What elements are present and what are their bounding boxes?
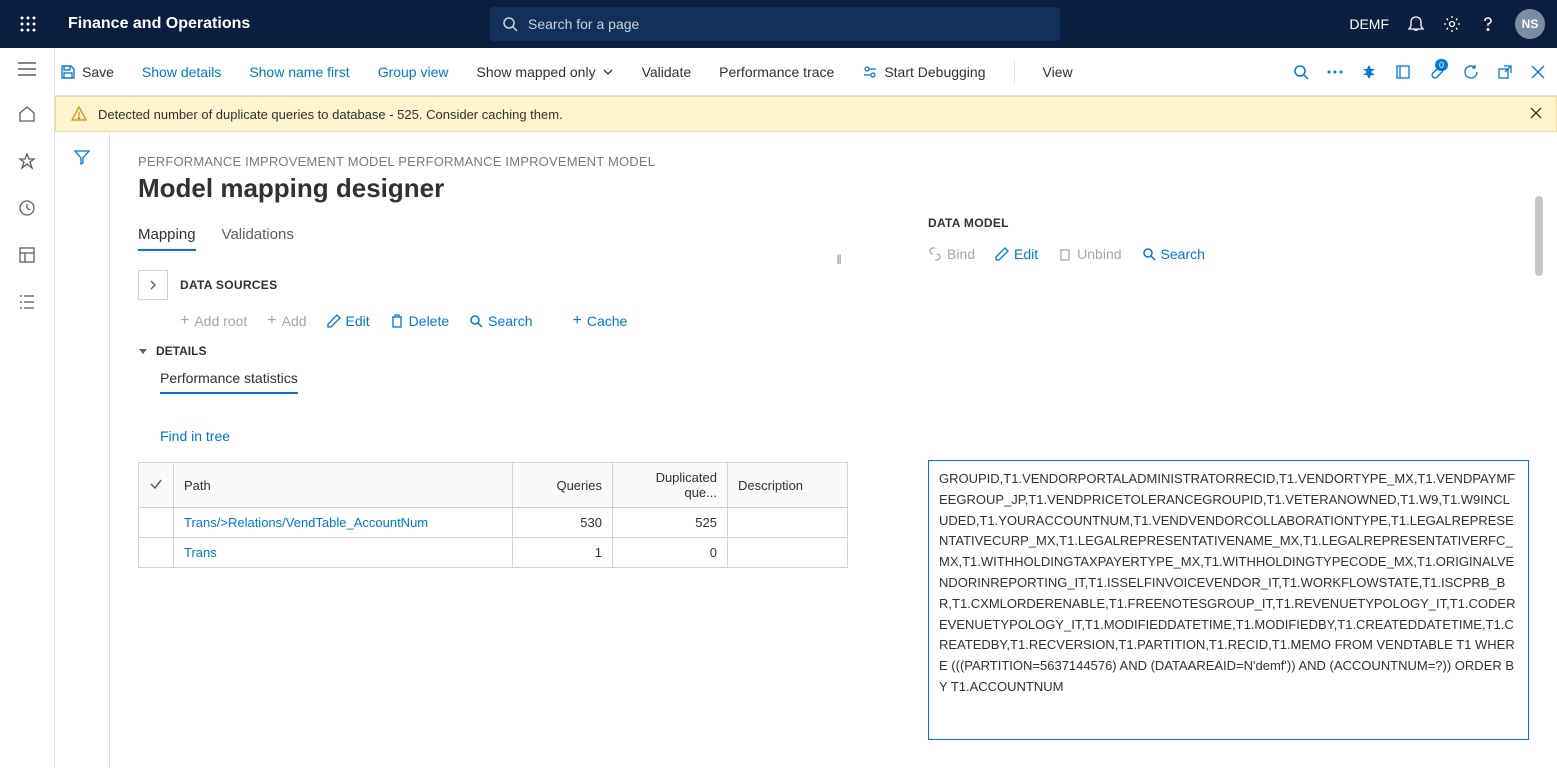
filter-icon[interactable]: [73, 148, 91, 768]
show-mapped-only-dropdown[interactable]: Show mapped only: [477, 64, 614, 80]
splitter-handle[interactable]: ‖: [836, 252, 841, 267]
main-content: ‖ PERFORMANCE IMPROVEMENT MODEL PERFORMA…: [55, 134, 1557, 768]
warning-icon: [70, 105, 88, 123]
show-details-button[interactable]: Show details: [142, 64, 221, 80]
tab-mapping[interactable]: Mapping: [138, 226, 196, 251]
recent-icon[interactable]: [18, 199, 36, 220]
bind-button: Bind: [928, 246, 975, 262]
edit-button[interactable]: Edit: [327, 313, 370, 329]
group-view-button[interactable]: Group view: [378, 64, 449, 80]
add-root-button: +Add root: [180, 312, 247, 330]
attachments-icon[interactable]: 0: [1429, 64, 1445, 80]
notifications-icon[interactable]: [1407, 15, 1425, 33]
details-header[interactable]: DETAILS: [138, 344, 898, 358]
dm-edit-button[interactable]: Edit: [995, 246, 1038, 262]
performance-trace-button[interactable]: Performance trace: [719, 64, 834, 80]
attachment-count-badge: 0: [1435, 59, 1448, 71]
help-icon[interactable]: [1479, 15, 1497, 33]
breadcrumb: PERFORMANCE IMPROVEMENT MODEL PERFORMANC…: [138, 154, 898, 169]
hamburger-icon[interactable]: [18, 62, 36, 79]
performance-statistics-tab[interactable]: Performance statistics: [160, 370, 298, 394]
page-title: Model mapping designer: [138, 173, 898, 204]
global-search[interactable]: Search for a page: [490, 7, 1060, 41]
scrollbar-thumb[interactable]: [1535, 196, 1543, 276]
chevron-down-icon: [602, 66, 614, 78]
table-row[interactable]: Trans/>Relations/VendTable_AccountNum 53…: [139, 508, 848, 538]
col-duplicated[interactable]: Duplicated que...: [613, 463, 728, 508]
cache-button[interactable]: +Cache: [573, 312, 628, 330]
data-model-toolbar: Bind Edit Unbind Search: [928, 246, 1529, 262]
show-name-first-button[interactable]: Show name first: [249, 64, 349, 80]
find-in-tree-link[interactable]: Find in tree: [160, 428, 230, 444]
close-warning-button[interactable]: [1530, 107, 1542, 122]
close-icon[interactable]: [1531, 65, 1545, 79]
refresh-icon[interactable]: [1463, 64, 1479, 80]
validate-button[interactable]: Validate: [642, 64, 692, 80]
unbind-button: Unbind: [1058, 246, 1121, 262]
data-model-title: DATA MODEL: [928, 216, 1529, 230]
top-nav-bar: Finance and Operations Search for a page…: [0, 0, 1557, 48]
dm-search-button[interactable]: Search: [1142, 246, 1205, 262]
company-code[interactable]: DEMF: [1349, 16, 1389, 32]
add-button: +Add: [267, 312, 306, 330]
search-placeholder: Search for a page: [528, 16, 639, 32]
office-icon[interactable]: [1395, 64, 1411, 80]
performance-table: Path Queries Duplicated que... Descripti…: [138, 462, 848, 568]
collapse-icon: [138, 346, 148, 356]
search-button[interactable]: Search: [469, 313, 532, 329]
col-path[interactable]: Path: [174, 463, 513, 508]
options-icon[interactable]: [1361, 64, 1377, 80]
settings-icon[interactable]: [1443, 15, 1461, 33]
warning-bar: Detected number of duplicate queries to …: [55, 96, 1557, 132]
path-link[interactable]: Trans/>Relations/VendTable_AccountNum: [184, 515, 428, 530]
select-all-checkbox[interactable]: [139, 463, 174, 508]
expand-datasource-types[interactable]: [138, 270, 168, 300]
user-avatar[interactable]: NS: [1515, 9, 1545, 39]
search-icon[interactable]: [1293, 64, 1309, 80]
app-title: Finance and Operations: [68, 15, 250, 33]
delete-button[interactable]: Delete: [390, 313, 449, 329]
warning-text: Detected number of duplicate queries to …: [98, 107, 563, 122]
home-icon[interactable]: [18, 105, 36, 126]
favorites-icon[interactable]: [18, 152, 36, 173]
table-row[interactable]: Trans 1 0: [139, 538, 848, 568]
sql-query-textarea[interactable]: GROUPID,T1.VENDORPORTALADMINISTRATORRECI…: [928, 460, 1529, 740]
filter-column: [55, 134, 110, 768]
workspaces-icon[interactable]: [18, 246, 36, 267]
modules-icon[interactable]: [18, 293, 36, 314]
start-debugging-button[interactable]: Start Debugging: [862, 64, 985, 80]
save-button[interactable]: Save: [60, 64, 114, 80]
data-sources-title: DATA SOURCES: [180, 278, 277, 292]
more-icon[interactable]: [1327, 70, 1343, 74]
view-button[interactable]: View: [1043, 64, 1073, 80]
action-bar: Save Show details Show name first Group …: [0, 48, 1557, 96]
tab-validations[interactable]: Validations: [222, 226, 294, 251]
col-description[interactable]: Description: [728, 463, 848, 508]
datasource-toolbar: +Add root +Add Edit Delete Search +Cache: [180, 312, 898, 330]
left-nav-rail: [0, 48, 55, 768]
col-queries[interactable]: Queries: [513, 463, 613, 508]
popout-icon[interactable]: [1497, 64, 1513, 80]
path-link[interactable]: Trans: [184, 545, 217, 560]
page-tabs: Mapping Validations: [138, 226, 898, 252]
waffle-icon[interactable]: [12, 8, 44, 40]
